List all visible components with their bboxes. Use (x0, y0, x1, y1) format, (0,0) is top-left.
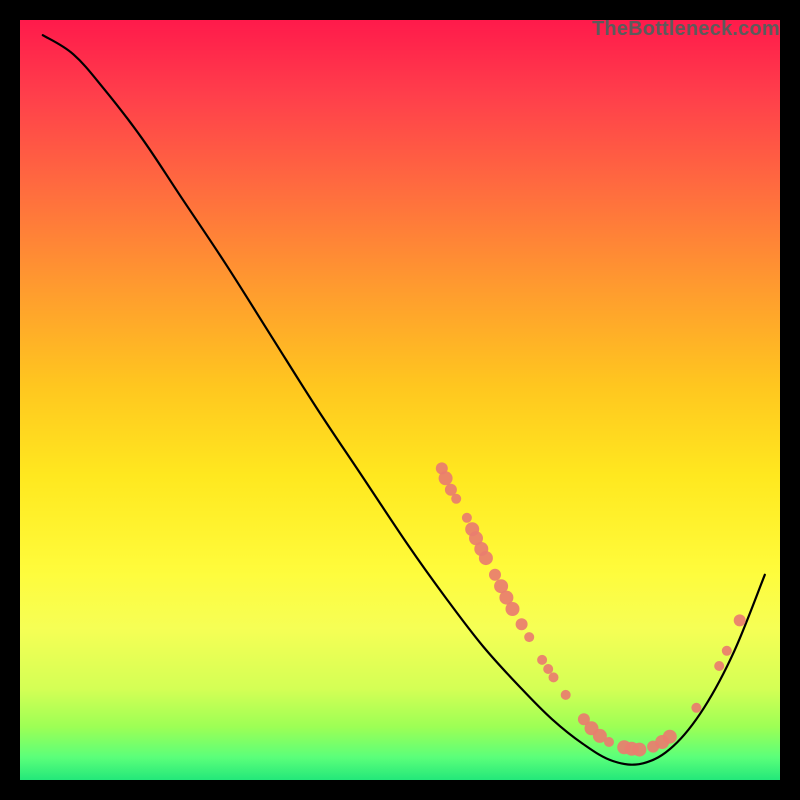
curve-marker (445, 484, 457, 496)
curve-marker (543, 664, 553, 674)
curve-marker (561, 690, 571, 700)
curve-marker (451, 494, 461, 504)
curve-marker (537, 655, 547, 665)
curve-marker (516, 618, 528, 630)
curve-marker (549, 672, 559, 682)
curve-marker (506, 602, 520, 616)
bottleneck-curve (43, 35, 765, 765)
curve-marker (663, 730, 677, 744)
chart-svg (20, 20, 780, 780)
curve-marker (714, 661, 724, 671)
chart-frame: TheBottleneck.com (20, 20, 780, 780)
curve-marker (632, 743, 646, 757)
curve-marker (462, 513, 472, 523)
curve-marker (479, 551, 493, 565)
curve-marker (489, 569, 501, 581)
curve-marker (734, 614, 746, 626)
curve-marker (722, 646, 732, 656)
curve-marker (524, 632, 534, 642)
curve-marker (691, 703, 701, 713)
curve-marker (604, 737, 614, 747)
curve-markers (436, 462, 746, 756)
curve-marker (439, 471, 453, 485)
